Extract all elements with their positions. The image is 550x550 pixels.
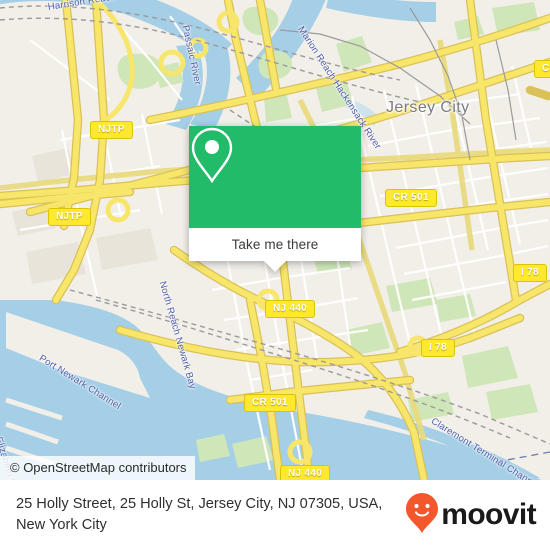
- highway-shield-cr-501: CR 501: [244, 394, 296, 412]
- highway-shield-i-78: I 78: [513, 264, 547, 282]
- highway-shield-njtp: NJTP: [90, 121, 133, 139]
- moovit-wordmark: moovit: [441, 498, 536, 531]
- osm-attribution[interactable]: © OpenStreetMap contributors: [0, 456, 195, 480]
- map-canvas[interactable]: Harrison Reach Passaic River Passaic Riv…: [0, 0, 550, 480]
- popup-footer[interactable]: Take me there: [189, 228, 361, 272]
- popup-tail-pointer: [264, 261, 286, 272]
- highway-shield-njtp: NJTP: [48, 208, 91, 226]
- highway-shield-nj-440: NJ 440: [265, 300, 316, 318]
- popup-header: [189, 126, 361, 228]
- highway-shield-cr-501: CR 501: [385, 189, 437, 207]
- location-popup-card[interactable]: Take me there: [189, 126, 361, 272]
- highway-shield-i-78: I 78: [421, 339, 455, 357]
- bottom-info-bar: 25 Holly Street, 25 Holly St, Jersey Cit…: [0, 480, 550, 550]
- address-text: 25 Holly Street, 25 Holly St, Jersey Cit…: [16, 496, 383, 533]
- moovit-logo[interactable]: moovit: [405, 492, 537, 539]
- highway-shield-cr: CR: [534, 60, 550, 78]
- take-me-there-button-label: Take me there: [231, 237, 319, 252]
- moovit-pin-smile-icon: [405, 492, 439, 539]
- moovit-map-screen: Harrison Reach Passaic River Passaic Riv…: [0, 0, 550, 550]
- highway-shield-nj-440: NJ 440: [280, 465, 331, 480]
